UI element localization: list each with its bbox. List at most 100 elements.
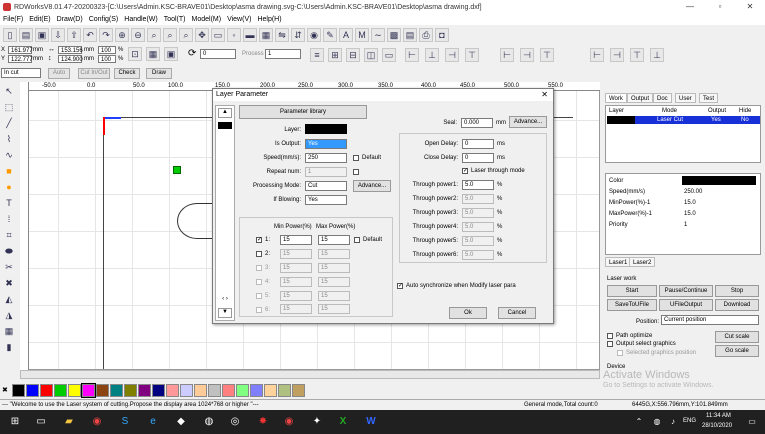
align3-icon[interactable]: ⊟ [346, 48, 360, 62]
power6-min-input[interactable]: 15 [280, 304, 312, 314]
align-top-icon[interactable]: ⊤ [465, 48, 479, 62]
go-scale-button[interactable]: Go scale [715, 345, 759, 357]
start-button[interactable]: Start [607, 285, 657, 297]
array-tool-icon[interactable]: ▦ [2, 324, 16, 338]
print-icon[interactable]: ⎙ [419, 28, 433, 42]
align4-icon[interactable]: ◫ [364, 48, 378, 62]
barcode-icon[interactable]: ▮ [2, 340, 16, 354]
file-explorer-icon[interactable]: ▰ [62, 415, 76, 429]
palette-swatch[interactable] [25, 383, 39, 397]
power5-max-input[interactable]: 15 [318, 291, 350, 301]
menu-config[interactable]: Config(S) [86, 14, 122, 25]
grid-tool-icon[interactable]: ⌗ [2, 228, 16, 242]
palette-swatch[interactable] [80, 382, 96, 398]
power-default-checkbox[interactable] [354, 237, 360, 243]
auto-button[interactable]: Auto [48, 68, 70, 79]
parameter-library-button[interactable]: Parameter library [239, 105, 367, 119]
power6-max-input[interactable]: 15 [318, 304, 350, 314]
tab-work[interactable]: Work [605, 93, 627, 103]
palette-swatch[interactable] [277, 383, 291, 397]
menu-help[interactable]: Help(H) [254, 14, 284, 25]
minimize-button[interactable]: — [675, 0, 705, 14]
tray-network-icon[interactable]: ◍ [650, 415, 664, 429]
cut-mode-select[interactable]: In cut [1, 68, 41, 78]
export-icon[interactable]: ⇧ [67, 28, 81, 42]
through-power1-input[interactable]: 5.0 [462, 180, 494, 190]
zoom-out-icon[interactable]: ⊖ [131, 28, 145, 42]
dialog-close-icon[interactable]: ✕ [541, 90, 548, 99]
palette-swatch[interactable] [151, 383, 165, 397]
power6-checkbox[interactable] [256, 307, 262, 313]
cut-tool-icon[interactable]: ✂ [2, 260, 16, 274]
palette-swatch[interactable] [291, 383, 305, 397]
line-icon[interactable]: ╱ [2, 116, 16, 130]
polyline-icon[interactable]: ⌇ [2, 132, 16, 146]
through-power2-input[interactable]: 5.0 [462, 194, 494, 204]
clock-time[interactable]: 11:34 AM [706, 413, 731, 419]
zoom-in-icon[interactable]: ⊕ [115, 28, 129, 42]
zoom-fit-icon[interactable]: ⌕ [147, 28, 161, 42]
tab-output[interactable]: Output [627, 93, 654, 103]
list-up-arrow-icon[interactable]: ▲ [218, 108, 232, 118]
windows-start-icon[interactable]: ⊞ [8, 415, 22, 429]
power1-checkbox[interactable]: ✓ [256, 237, 262, 243]
width-input[interactable]: 153.156 [58, 46, 83, 54]
mirror-v-icon[interactable]: ⇵ [291, 28, 305, 42]
horizontal-scrollbar[interactable] [20, 370, 600, 379]
cut-scale-button[interactable]: Cut scale [715, 331, 759, 343]
y-input[interactable]: 122.777 [8, 55, 33, 63]
through-power3-input[interactable]: 5.0 [462, 208, 494, 218]
palette-swatch[interactable] [11, 383, 25, 397]
mirror-h-icon[interactable]: ⇋ [275, 28, 289, 42]
zoom-page-icon[interactable]: ⌕ [163, 28, 177, 42]
power1-min-input[interactable]: 15 [280, 235, 312, 245]
menu-file[interactable]: File(F) [0, 14, 26, 25]
flip-tool-icon[interactable]: ◮ [2, 308, 16, 322]
open-icon[interactable]: ▤ [19, 28, 33, 42]
tab-test[interactable]: Test [699, 93, 719, 103]
advance-button[interactable]: Advance... [353, 180, 391, 192]
draw-button[interactable]: Draw [146, 68, 172, 79]
m-icon[interactable]: M [355, 28, 369, 42]
close-delay-input[interactable]: 0 [462, 153, 494, 163]
output-select-checkbox[interactable] [607, 341, 613, 347]
palette-swatch[interactable] [207, 383, 221, 397]
green-object[interactable] [173, 166, 181, 174]
distribute4-icon[interactable]: ⊢ [590, 48, 604, 62]
power4-checkbox[interactable] [256, 279, 262, 285]
rotate-input[interactable]: 0 [200, 49, 236, 59]
power5-min-input[interactable]: 15 [280, 291, 312, 301]
palette-swatch[interactable] [109, 383, 123, 397]
menu-model[interactable]: Model(M) [189, 14, 225, 25]
tab-laser2[interactable]: Laser2 [629, 257, 656, 267]
palette-swatch[interactable] [179, 383, 193, 397]
cancel-button[interactable]: Cancel [498, 307, 536, 319]
pause-continue-button[interactable]: Pause/Continue [659, 285, 713, 297]
stop-button[interactable]: Stop [715, 285, 759, 297]
align5-icon[interactable]: ▭ [382, 48, 396, 62]
app-icon-s[interactable]: S [118, 415, 132, 429]
ellipse-icon[interactable]: ● [2, 180, 16, 194]
menu-view[interactable]: View(V) [224, 14, 254, 25]
power1-max-input[interactable]: 15 [318, 235, 350, 245]
app-icon-c[interactable]: ◎ [228, 415, 242, 429]
curve-icon[interactable]: ∿ [2, 148, 16, 162]
chrome-icon[interactable]: ◉ [90, 415, 104, 429]
list-nav-icon[interactable]: ‹ › [218, 296, 232, 306]
auto-sync-checkbox[interactable]: ✓ [397, 283, 403, 289]
tray-volume-icon[interactable]: ♪ [666, 415, 680, 429]
app-icon-b[interactable]: ◍ [202, 415, 216, 429]
paint-icon[interactable]: ⬬ [2, 244, 16, 258]
tab-laser1[interactable]: Laser1 [605, 257, 632, 267]
pointer-icon[interactable]: ↖ [2, 84, 16, 98]
import-icon[interactable]: ⇩ [51, 28, 65, 42]
array-icon[interactable]: ▦ [259, 28, 273, 42]
palette-swatch[interactable] [235, 383, 249, 397]
layer-icon[interactable]: ▤ [403, 28, 417, 42]
ok-button[interactable]: Ok [449, 307, 487, 319]
pan-icon[interactable]: ✥ [195, 28, 209, 42]
app-icon-a[interactable]: ◆ [174, 415, 188, 429]
selected-position-checkbox[interactable] [617, 350, 623, 356]
camera-icon[interactable]: ◘ [435, 28, 449, 42]
apply-icon[interactable]: ▦ [146, 47, 160, 61]
